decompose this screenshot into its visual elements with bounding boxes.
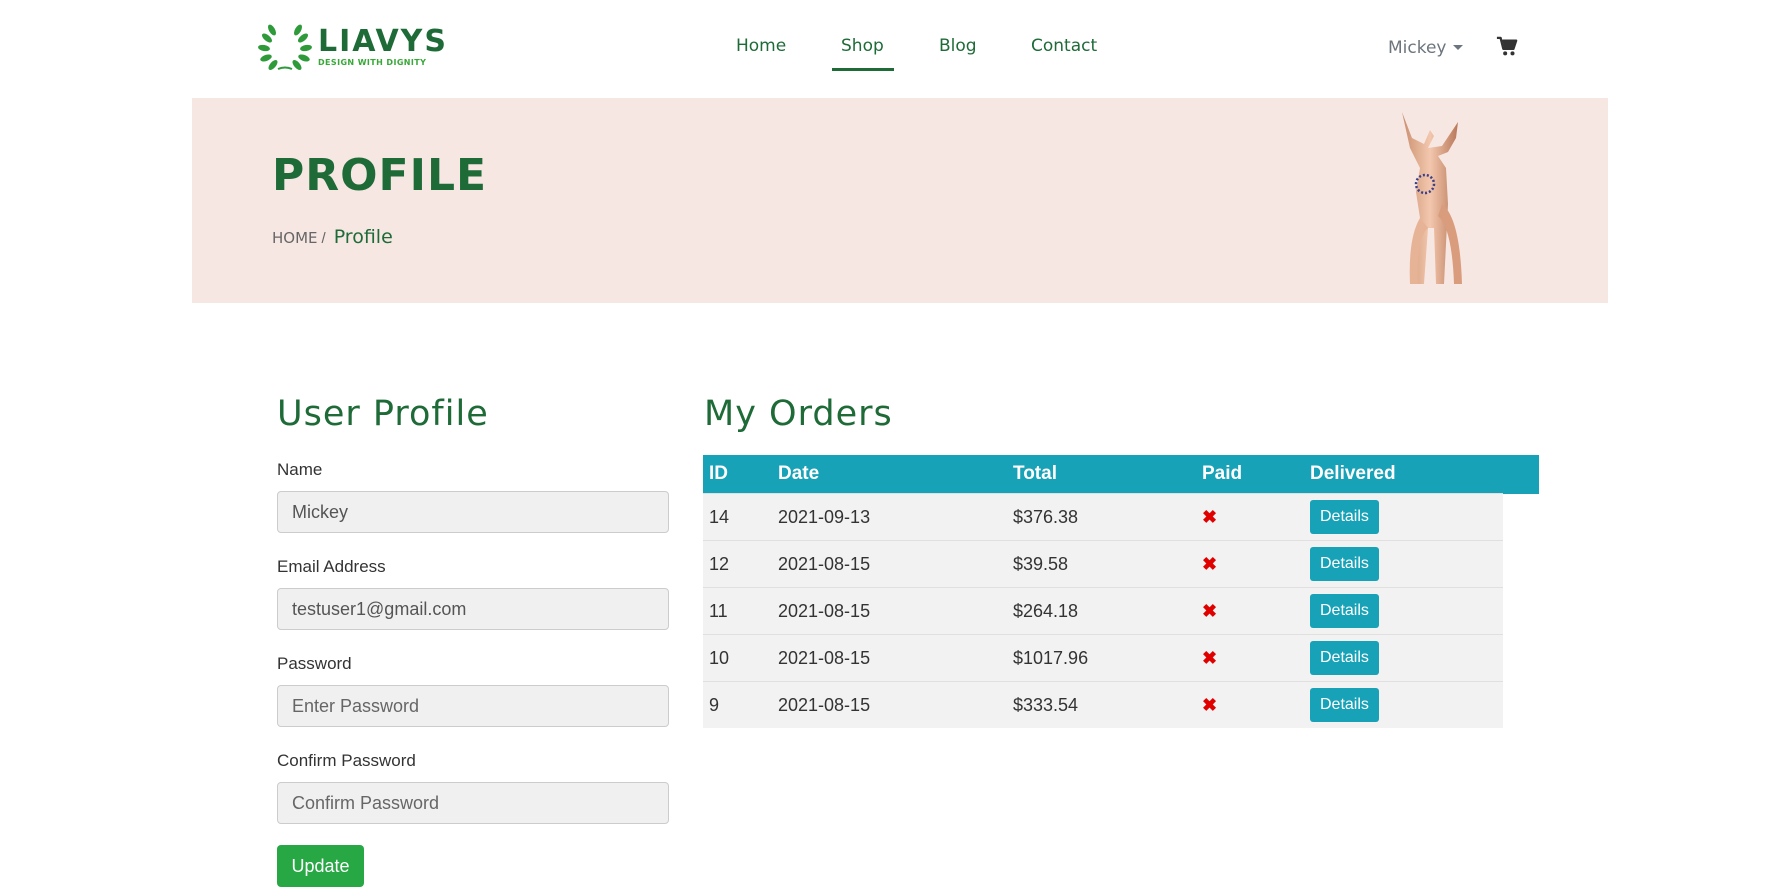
row-spacer [1503,682,1539,729]
page-title: PROFILE [272,150,488,201]
order-id: 12 [703,540,772,588]
orders-header-row: ID Date Total Paid Delivered [703,455,1539,494]
order-paid: ✖ [1196,587,1304,635]
breadcrumb-current: Profile [333,226,393,248]
my-orders-heading: My Orders [704,394,893,434]
details-button[interactable]: Details [1310,547,1379,581]
order-delivered: Details [1304,634,1503,682]
x-icon: ✖ [1202,694,1218,715]
table-row: 9 2021-08-15 $333.54 ✖ Details [703,681,1539,729]
order-date: 2021-08-15 [772,634,1007,682]
order-total: $333.54 [1007,681,1196,728]
table-row: 14 2021-09-13 $376.38 ✖ Details [703,493,1539,541]
nav-contact[interactable]: Contact [1031,36,1097,56]
x-icon: ✖ [1202,553,1218,574]
x-icon: ✖ [1202,506,1218,527]
order-paid: ✖ [1196,540,1304,588]
details-button[interactable]: Details [1310,688,1379,722]
details-button[interactable]: Details [1310,500,1379,534]
user-profile-heading: User Profile [277,394,489,434]
column-header-id: ID [703,455,772,494]
caret-down-icon [1452,45,1463,50]
shopping-cart-icon[interactable] [1496,36,1518,58]
order-id: 14 [703,493,772,541]
details-button[interactable]: Details [1310,641,1379,675]
order-delivered: Details [1304,540,1503,588]
password-field[interactable] [277,685,669,727]
email-field[interactable] [277,588,669,630]
x-icon: ✖ [1202,647,1218,668]
confirm-password-field[interactable] [277,782,669,824]
order-total: $1017.96 [1007,634,1196,682]
order-date: 2021-08-15 [772,681,1007,728]
order-id: 11 [703,587,772,635]
nav-home[interactable]: Home [736,36,786,56]
email-label: Email Address [277,557,386,576]
user-dropdown[interactable]: Mickey [1388,38,1463,58]
row-spacer [1503,541,1539,588]
order-date: 2021-09-13 [772,493,1007,541]
confirm-password-label: Confirm Password [277,751,416,770]
table-row: 11 2021-08-15 $264.18 ✖ Details [703,587,1539,635]
password-label: Password [277,654,352,673]
deer-figurine-image [1402,112,1462,284]
table-row: 12 2021-08-15 $39.58 ✖ Details [703,540,1539,588]
x-icon: ✖ [1202,600,1218,621]
row-spacer [1503,588,1539,635]
update-button[interactable]: Update [277,845,364,887]
order-delivered: Details [1304,681,1503,728]
column-header-total: Total [1007,455,1196,494]
column-header-date: Date [772,455,1007,494]
order-date: 2021-08-15 [772,540,1007,588]
order-delivered: Details [1304,493,1503,541]
order-date: 2021-08-15 [772,587,1007,635]
nav-active-indicator [832,68,894,71]
order-paid: ✖ [1196,634,1304,682]
breadcrumb: HOME / Profile [272,226,393,248]
order-delivered: Details [1304,587,1503,635]
details-button[interactable]: Details [1310,594,1379,628]
nav-shop[interactable]: Shop [841,36,884,56]
user-name: Mickey [1388,38,1447,58]
row-spacer [1503,494,1539,541]
breadcrumb-home[interactable]: HOME [272,229,318,247]
column-header-paid: Paid [1196,455,1304,494]
row-spacer [1503,635,1539,682]
order-id: 10 [703,634,772,682]
name-label: Name [277,460,323,479]
column-header-delivered: Delivered [1304,455,1539,494]
order-total: $264.18 [1007,587,1196,635]
order-paid: ✖ [1196,493,1304,541]
page-banner: PROFILE HOME / Profile [192,98,1608,303]
breadcrumb-separator: / [321,230,326,247]
table-row: 10 2021-08-15 $1017.96 ✖ Details [703,634,1539,682]
nav-blog[interactable]: Blog [939,36,977,56]
order-total: $39.58 [1007,540,1196,588]
order-paid: ✖ [1196,681,1304,728]
order-total: $376.38 [1007,493,1196,541]
name-field[interactable] [277,491,669,533]
order-id: 9 [703,681,772,728]
orders-table: ID Date Total Paid Delivered 14 2021-09-… [703,455,1539,728]
